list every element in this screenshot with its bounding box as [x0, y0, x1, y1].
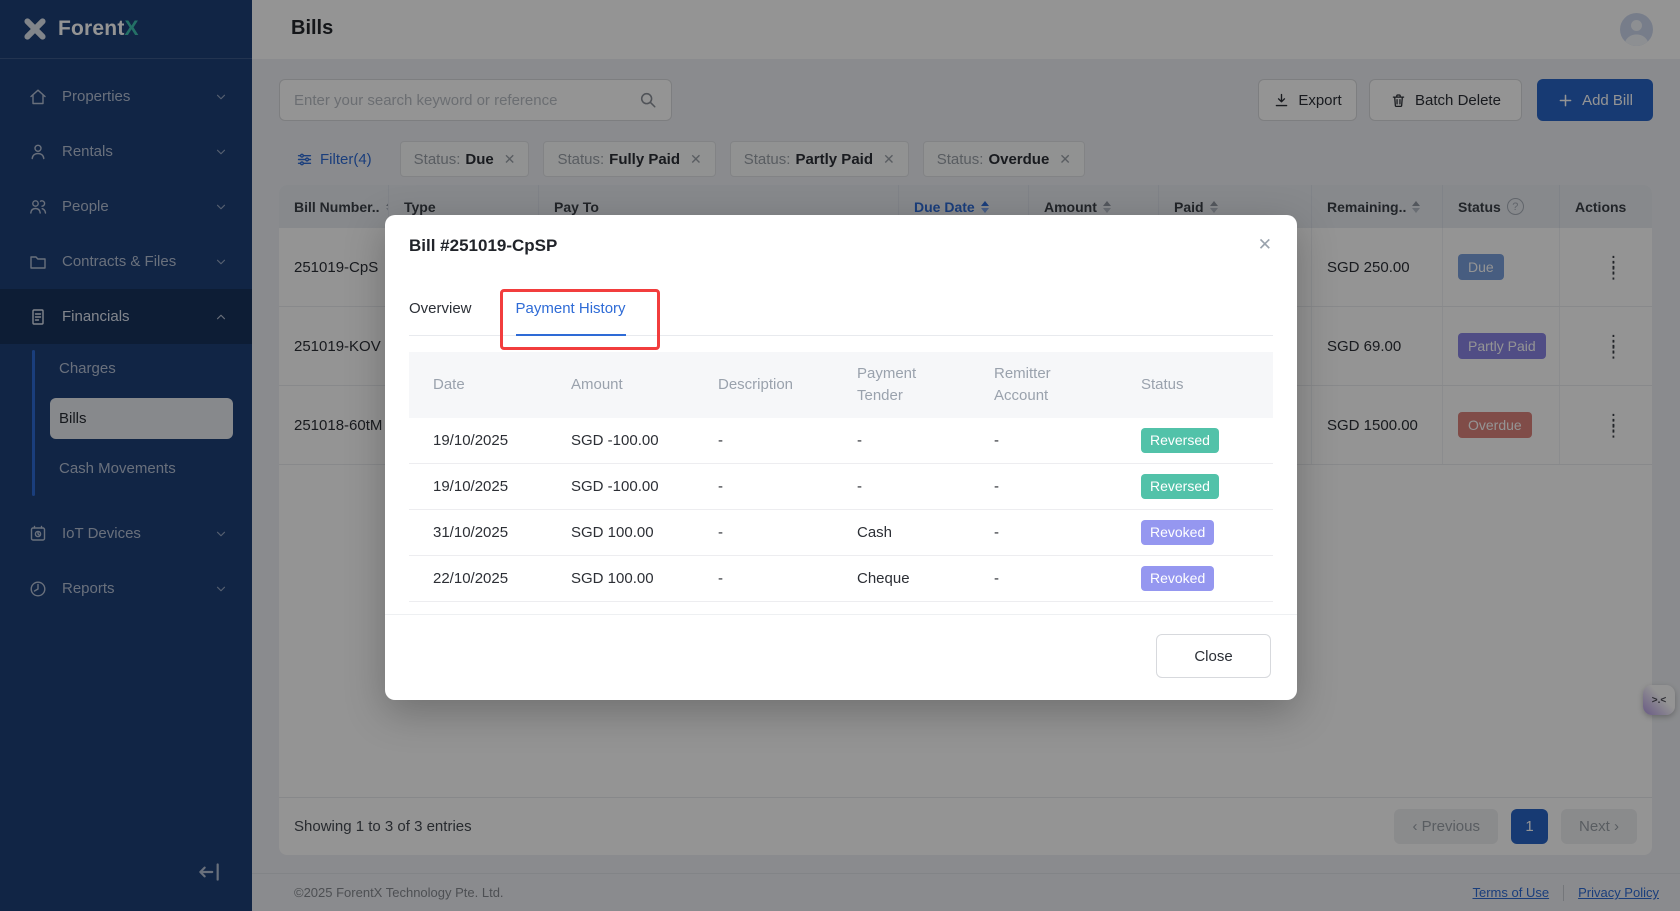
payment-tender-cell: Cash — [833, 510, 970, 555]
remitter-account-cell: - — [970, 464, 1117, 509]
modal-column-header-description: Description — [694, 352, 833, 418]
payment-history-row: 22/10/2025SGD 100.00-Cheque-Revoked — [409, 556, 1273, 602]
modal-close-button[interactable]: Close — [1156, 634, 1271, 678]
payment-tender-cell: - — [833, 418, 970, 463]
payment-history-row: 19/10/2025SGD -100.00---Reversed — [409, 418, 1273, 464]
payment-history-body: 19/10/2025SGD -100.00---Reversed19/10/20… — [409, 418, 1273, 602]
payment-amount-cell: SGD 100.00 — [547, 510, 694, 555]
tab-overview[interactable]: Overview — [409, 300, 472, 335]
payment-history-row: 19/10/2025SGD -100.00---Reversed — [409, 464, 1273, 510]
payment-amount-cell: SGD -100.00 — [547, 464, 694, 509]
payment-history-row: 31/10/2025SGD 100.00-Cash-Revoked — [409, 510, 1273, 556]
payment-status-badge: Revoked — [1141, 520, 1214, 544]
payment-status-badge: Revoked — [1141, 566, 1214, 590]
payment-description-cell: - — [694, 464, 833, 509]
payment-description-cell: - — [694, 418, 833, 463]
payment-date-cell: 22/10/2025 — [409, 556, 547, 601]
remitter-account-cell: - — [970, 510, 1117, 555]
modal-column-header-status: Status — [1117, 352, 1273, 418]
bill-detail-modal: Bill #251019-CpSP ✕ Overview Payment His… — [385, 215, 1297, 700]
modal-column-header-remitter-account: Remitter Account — [970, 352, 1117, 418]
payment-amount-cell: SGD -100.00 — [547, 418, 694, 463]
payment-date-cell: 19/10/2025 — [409, 464, 547, 509]
payment-date-cell: 31/10/2025 — [409, 510, 547, 555]
modal-column-header-date: Date — [409, 352, 547, 418]
payment-status-cell: Reversed — [1117, 464, 1273, 509]
app-window: ForentX PropertiesRentalsPeopleContracts… — [0, 0, 1680, 911]
modal-column-header-payment-tender: Payment Tender — [833, 352, 970, 418]
modal-tabs: Overview Payment History — [409, 300, 1273, 336]
payment-status-cell: Revoked — [1117, 556, 1273, 601]
modal-footer-divider — [385, 614, 1297, 615]
payment-amount-cell: SGD 100.00 — [547, 556, 694, 601]
modal-close-icon[interactable]: ✕ — [1258, 235, 1272, 255]
payment-status-badge: Reversed — [1141, 428, 1219, 452]
modal-column-header-amount: Amount — [547, 352, 694, 418]
payment-status-cell: Revoked — [1117, 510, 1273, 555]
remitter-account-cell: - — [970, 418, 1117, 463]
payment-status-badge: Reversed — [1141, 474, 1219, 498]
payment-history-header-row: DateAmountDescriptionPayment TenderRemit… — [409, 352, 1273, 418]
tab-payment-history[interactable]: Payment History — [516, 300, 626, 336]
modal-title: Bill #251019-CpSP — [409, 236, 557, 256]
payment-date-cell: 19/10/2025 — [409, 418, 547, 463]
remitter-account-cell: - — [970, 556, 1117, 601]
payment-description-cell: - — [694, 556, 833, 601]
payment-status-cell: Reversed — [1117, 418, 1273, 463]
payment-tender-cell: Cheque — [833, 556, 970, 601]
payment-tender-cell: - — [833, 464, 970, 509]
payment-description-cell: - — [694, 510, 833, 555]
